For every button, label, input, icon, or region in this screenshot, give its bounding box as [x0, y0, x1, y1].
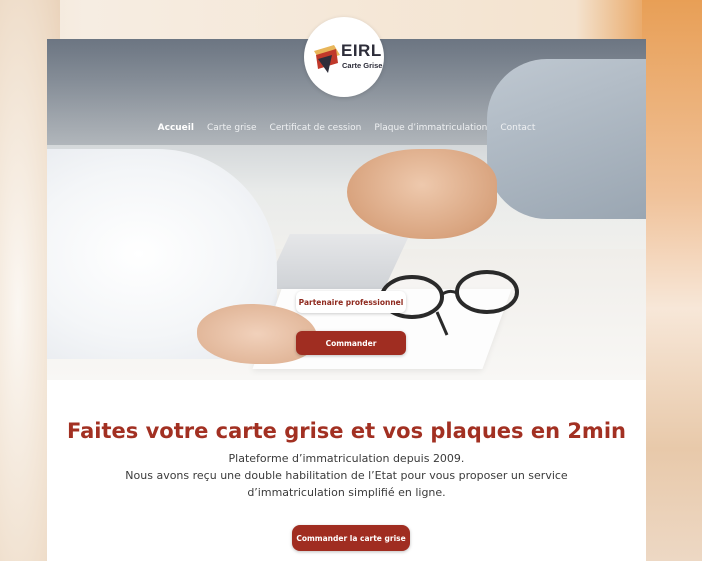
nav-item-contact[interactable]: Contact	[500, 123, 535, 139]
background-right	[642, 0, 702, 561]
main-navigation: Accueil Carte grise Certificat de cessio…	[47, 123, 646, 139]
nav-item-accueil[interactable]: Accueil	[158, 123, 194, 139]
site-logo[interactable]: EIRL Carte Grise	[304, 17, 384, 97]
page-container: Accueil Carte grise Certificat de cessio…	[47, 17, 646, 561]
description-line: d’immatriculation simplifié en ligne.	[247, 486, 446, 499]
description-line: Plateforme d’immatriculation depuis 2009…	[228, 452, 465, 465]
logo-title: EIRL	[341, 41, 382, 60]
nav-item-carte-grise[interactable]: Carte grise	[207, 123, 257, 139]
description: Plateforme d’immatriculation depuis 2009…	[47, 450, 646, 501]
hero-image-sleeve	[487, 59, 646, 219]
partner-button[interactable]: Partenaire professionnel	[296, 291, 406, 313]
logo-card-icon	[314, 45, 340, 73]
page-headline: Faites votre carte grise et vos plaques …	[67, 419, 626, 444]
order-button[interactable]: Commander	[296, 331, 406, 355]
nav-item-plaque-immatriculation[interactable]: Plaque d’immatriculation	[374, 123, 487, 139]
nav-item-certificat-de-cession[interactable]: Certificat de cession	[270, 123, 362, 139]
order-carte-grise-button[interactable]: Commander la carte grise	[292, 525, 410, 551]
logo-subtitle: Carte Grise	[342, 61, 383, 70]
description-line: Nous avons reçu une double habilitation …	[125, 469, 568, 482]
hero-image-handshake	[347, 149, 497, 239]
